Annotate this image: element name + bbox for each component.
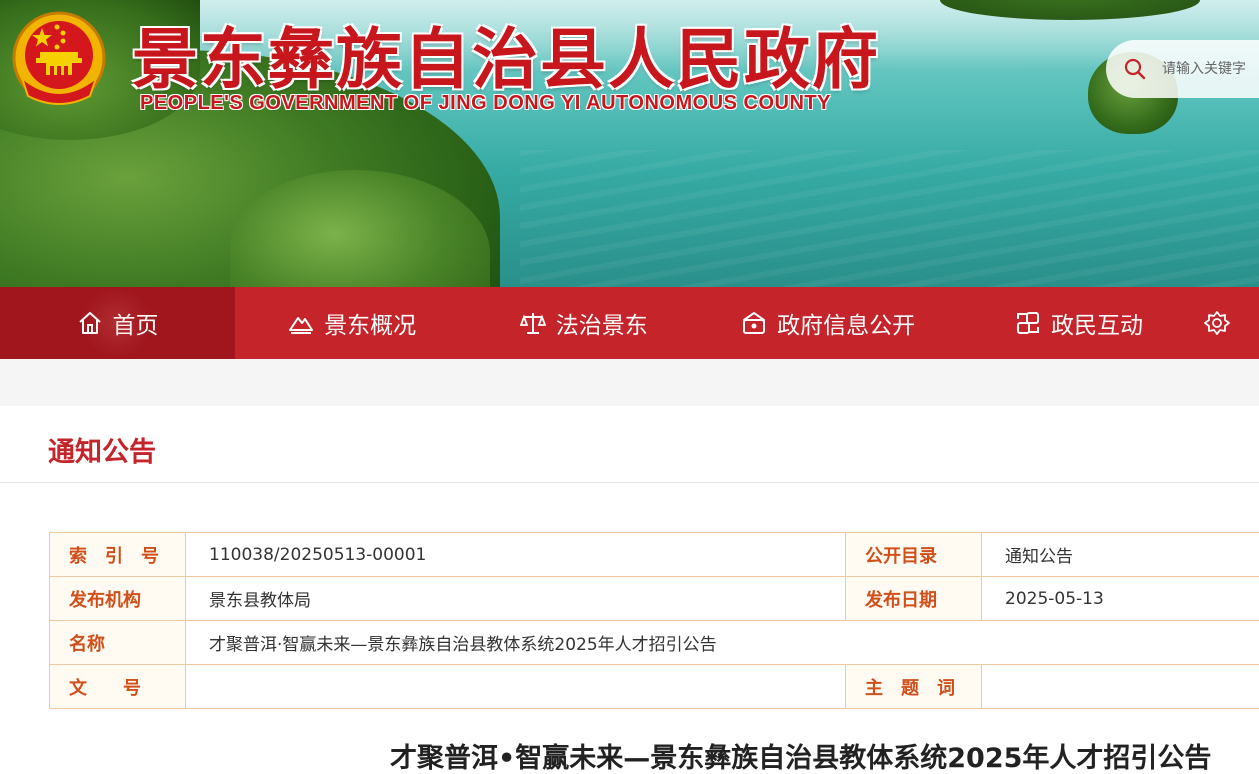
date-label: 发布日期 bbox=[845, 576, 982, 621]
settings-icon bbox=[1204, 311, 1230, 335]
table-row: 名称 才聚普洱·智赢未来—景东彝族自治县教体系统2025年人才招引公告 bbox=[49, 620, 1259, 665]
header-banner: 景东彝族自治县人民政府 PEOPLE'S GOVERNMENT OF JING … bbox=[0, 0, 1259, 287]
nav-item-label: 法治景东 bbox=[555, 313, 648, 339]
nav-item-interaction[interactable]: 政民互动 bbox=[958, 287, 1200, 359]
document-meta-table: 索 引 号 110038/20250513-00001 公开目录 通知公告 发布… bbox=[49, 532, 1259, 709]
catalog-label: 公开目录 bbox=[845, 532, 982, 577]
nav-item-overview[interactable]: 景东概况 bbox=[235, 287, 469, 359]
interaction-icon bbox=[1016, 312, 1039, 334]
banner-water bbox=[520, 150, 1259, 287]
nav-item-law[interactable]: 法治景东 bbox=[469, 287, 698, 359]
index-value: 110038/20250513-00001 bbox=[185, 532, 846, 577]
table-row: 索 引 号 110038/20250513-00001 公开目录 通知公告 bbox=[49, 532, 1259, 577]
national-emblem-icon[interactable] bbox=[10, 8, 108, 112]
nav-item-label: 政民互动 bbox=[1050, 313, 1143, 339]
index-label: 索 引 号 bbox=[49, 532, 186, 577]
search-box[interactable] bbox=[1106, 40, 1259, 98]
site-subtitle: PEOPLE'S GOVERNMENT OF JING DONG YI AUTO… bbox=[140, 92, 831, 114]
table-row: 文 号 主 题 词 bbox=[49, 664, 1259, 709]
main-nav: 首页 景东概况 法治景东 政府信息公开 政民互动 bbox=[0, 287, 1259, 359]
section-title: 通知公告 bbox=[48, 437, 156, 468]
name-label: 名称 bbox=[49, 620, 186, 665]
divider bbox=[0, 482, 1259, 483]
nav-item-label: 首页 bbox=[112, 313, 159, 339]
issuer-label: 发布机构 bbox=[49, 576, 186, 621]
nav-item-more[interactable] bbox=[1200, 287, 1259, 359]
table-row: 发布机构 景东县教体局 发布日期 2025-05-13 bbox=[49, 576, 1259, 621]
nav-item-label: 景东概况 bbox=[324, 313, 417, 339]
keyword-value bbox=[981, 664, 1259, 709]
home-icon bbox=[78, 312, 101, 334]
nav-item-gov-info[interactable]: 政府信息公开 bbox=[698, 287, 958, 359]
site-title: 景东彝族自治县人民政府 bbox=[132, 20, 880, 98]
government-building-icon bbox=[743, 312, 766, 334]
nav-item-home[interactable]: 首页 bbox=[0, 287, 236, 359]
search-icon[interactable] bbox=[1124, 58, 1146, 80]
mountain-icon bbox=[289, 317, 314, 334]
content-panel: 通知公告 索 引 号 110038/20250513-00001 公开目录 通知… bbox=[0, 406, 1259, 774]
keyword-label: 主 题 词 bbox=[845, 664, 982, 709]
nav-item-label: 政府信息公开 bbox=[777, 313, 916, 339]
docno-label: 文 号 bbox=[49, 664, 186, 709]
article-title: 才聚普洱•智赢未来—景东彝族自治县教体系统2025年人才招引公告 bbox=[390, 743, 1212, 774]
name-value: 才聚普洱·智赢未来—景东彝族自治县教体系统2025年人才招引公告 bbox=[185, 620, 1259, 665]
scales-icon bbox=[519, 313, 546, 334]
docno-value bbox=[185, 664, 846, 709]
catalog-value: 通知公告 bbox=[981, 532, 1259, 577]
search-input[interactable] bbox=[1162, 61, 1259, 77]
date-value: 2025-05-13 bbox=[981, 576, 1259, 621]
issuer-value: 景东县教体局 bbox=[185, 576, 846, 621]
